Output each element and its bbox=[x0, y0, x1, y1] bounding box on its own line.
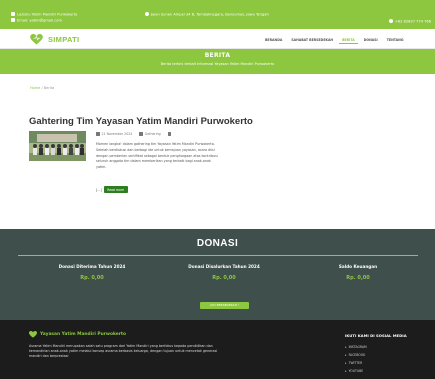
post-meta: 21 November 2024 Gathering bbox=[96, 132, 173, 136]
donasi-distributed-label: Donasi Disalurkan Tahun 2024 bbox=[188, 264, 260, 269]
post-more-row: [...] Read more bbox=[96, 186, 128, 193]
footer-description: Asrama Yatim Mandiri merupakan salah sat… bbox=[29, 344, 218, 359]
phone-text: +62 82837 774 766 bbox=[394, 19, 431, 24]
top-contact: Lazisnu Yatim Mandiri Purwokerto Email: … bbox=[11, 12, 77, 23]
footer-social-links: INSTAGRAM FACEBOOK TWITTER YOUTUBE bbox=[345, 343, 367, 375]
tag-icon bbox=[139, 132, 143, 136]
post-excerpt: Momen langka! dalam gathering tim Yayasa… bbox=[96, 142, 218, 170]
address-text: Jalan Sunan Ampel 34 B, Tambaknegara, Ba… bbox=[151, 12, 269, 17]
nav-donasi[interactable]: DONASI bbox=[361, 36, 381, 44]
social-link-twitter[interactable]: TWITTER bbox=[345, 359, 367, 367]
social-link-instagram[interactable]: INSTAGRAM bbox=[345, 343, 367, 351]
post-thumbnail[interactable] bbox=[29, 131, 86, 161]
footer-brand: Yayasan Yatim Mandiri Purwokerto bbox=[29, 331, 126, 338]
main-navbar: SIMPATI BERANDA SAHABAT BERSEDEKAH BERIT… bbox=[0, 29, 435, 49]
donasi-received: Donasi Diterima Tahun 2024 Rp. 0,00 bbox=[32, 264, 152, 281]
excerpt-ellipsis: [...] bbox=[96, 187, 102, 192]
page-subtitle: Berita terkini terkait Informasi Yayasan… bbox=[160, 62, 275, 66]
brand-name: SIMPATI bbox=[48, 34, 80, 44]
donasi-balance-amount: Rp. 0,00 bbox=[346, 275, 370, 281]
donasi-received-amount: Rp. 0,00 bbox=[80, 275, 104, 281]
page-title: BERITA bbox=[204, 52, 231, 59]
phone-icon bbox=[388, 19, 393, 23]
donasi-distributed: Donasi Disalurkan Tahun 2024 Rp. 0,00 bbox=[164, 264, 284, 281]
donasi-balance: Saldo Keuangan Rp. 0,00 bbox=[298, 264, 418, 281]
heart-logo-icon bbox=[29, 331, 37, 338]
social-link-facebook[interactable]: FACEBOOK bbox=[345, 351, 367, 359]
post-date: 21 November 2024 bbox=[101, 132, 133, 136]
breadcrumb-separator: / bbox=[41, 86, 43, 90]
breadcrumb-home[interactable]: Home bbox=[30, 86, 40, 90]
nav-berita[interactable]: BERITA bbox=[339, 36, 358, 44]
nav-menu: BERANDA SAHABAT BERSEDEKAH BERITA DONASI… bbox=[262, 36, 409, 44]
top-address: Jalan Sunan Ampel 34 B, Tambaknegara, Ba… bbox=[145, 12, 269, 18]
mail-icon bbox=[11, 17, 15, 22]
footer-social-title: IKUTI KAMI DI SOSIAL MEDIA bbox=[345, 333, 407, 338]
nav-sahabat-bersedekah[interactable]: SAHABAT BERSEDEKAH bbox=[288, 36, 336, 44]
nav-tentang[interactable]: TENTANG bbox=[384, 36, 407, 44]
page-banner: BERITA Berita terkini terkait Informasi … bbox=[0, 49, 435, 74]
donasi-balance-label: Saldo Keuangan bbox=[338, 264, 378, 269]
top-info-bar: Lazisnu Yatim Mandiri Purwokerto Email: … bbox=[0, 0, 435, 29]
footer-brand-name: Yayasan Yatim Mandiri Purwokerto bbox=[40, 332, 127, 337]
brand-logo[interactable]: SIMPATI bbox=[30, 33, 79, 45]
nav-beranda[interactable]: BERANDA bbox=[262, 36, 285, 44]
heart-logo-icon bbox=[30, 33, 43, 44]
post-title[interactable]: Gahtering Tim Yayasan Yatim Mandiri Purw… bbox=[29, 116, 253, 127]
user-icon bbox=[167, 132, 172, 136]
email-text[interactable]: Email: yatim@gmail.com bbox=[17, 18, 62, 22]
group-photo-image bbox=[29, 131, 86, 161]
breadcrumb-current: Berita bbox=[43, 86, 55, 90]
location-pin-icon bbox=[145, 12, 149, 16]
breadcrumb: Home / Berita bbox=[30, 86, 54, 90]
home-icon bbox=[11, 12, 15, 16]
site-footer: Yayasan Yatim Mandiri Purwokerto Asrama … bbox=[0, 320, 435, 379]
calendar-icon bbox=[96, 132, 100, 136]
donate-now-button[interactable]: AYO BERSEDEKAH ! bbox=[200, 302, 249, 309]
org-name: Lazisnu Yatim Mandiri Purwokerto bbox=[17, 12, 78, 17]
donasi-received-label: Donasi Diterima Tahun 2024 bbox=[58, 264, 126, 269]
social-link-youtube[interactable]: YOUTUBE bbox=[345, 367, 367, 375]
post-category[interactable]: Gathering bbox=[145, 132, 161, 136]
read-more-button[interactable]: Read more bbox=[103, 186, 128, 193]
donasi-distributed-amount: Rp. 0,00 bbox=[212, 275, 236, 281]
donasi-divider bbox=[18, 255, 418, 256]
top-phone[interactable]: +62 82837 774 766 bbox=[388, 19, 431, 25]
donasi-title: DONASI bbox=[196, 238, 239, 249]
donasi-section: DONASI Donasi Diterima Tahun 2024 Rp. 0,… bbox=[0, 229, 435, 320]
